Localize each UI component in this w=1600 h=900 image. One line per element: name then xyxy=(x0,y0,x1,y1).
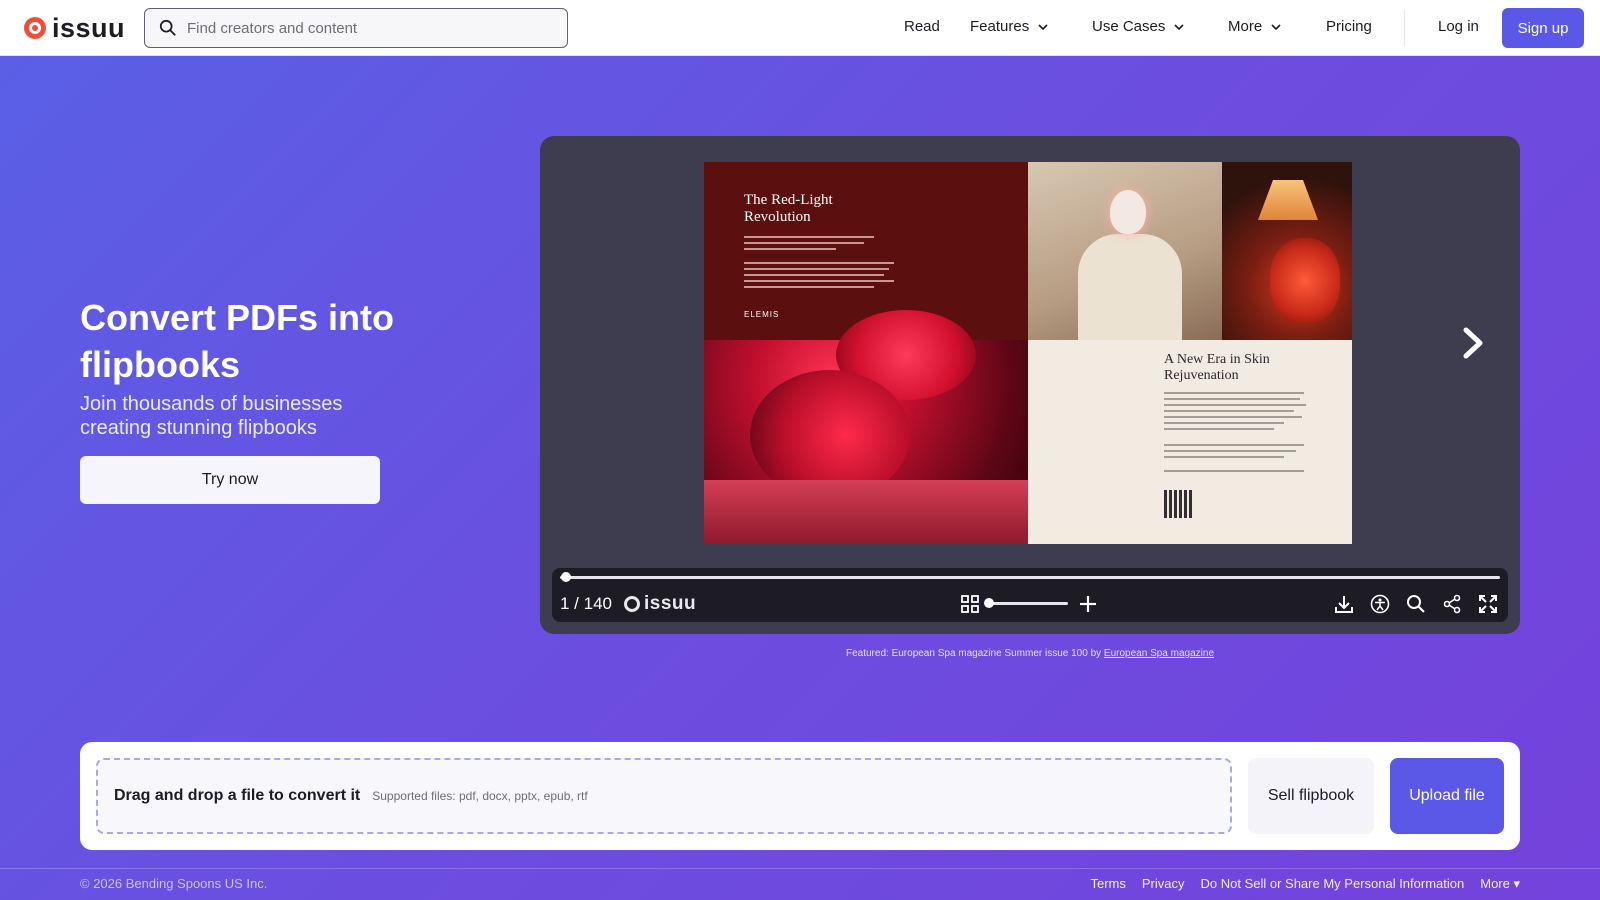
text-block xyxy=(1164,398,1300,400)
chevron-down-icon xyxy=(1174,23,1184,30)
download-icon[interactable] xyxy=(1334,594,1354,614)
featured-publisher-link[interactable]: European Spa magazine xyxy=(1104,648,1214,659)
nav-more[interactable]: More xyxy=(1228,18,1282,35)
page-count: 1 / 140 xyxy=(560,594,612,613)
text-block xyxy=(1164,450,1296,452)
page-photo-lamp xyxy=(1222,162,1352,340)
file-dropzone[interactable]: Drag and drop a file to convert it Suppo… xyxy=(96,758,1232,834)
footer-divider xyxy=(0,868,1600,869)
text-block xyxy=(1164,428,1274,430)
text-block xyxy=(744,274,884,276)
photo-face-mask xyxy=(1110,190,1146,234)
text-block xyxy=(1164,422,1284,424)
search-box[interactable] xyxy=(144,8,568,48)
nav-more-label: More xyxy=(1228,18,1263,35)
zoom-slider-track[interactable] xyxy=(988,602,1068,605)
viewer-logo-text: issuu xyxy=(644,593,697,614)
photo-robe xyxy=(1078,234,1182,340)
text-block xyxy=(744,262,894,264)
search-icon xyxy=(159,19,176,36)
text-block xyxy=(1164,404,1306,406)
nav-pricing[interactable]: Pricing xyxy=(1326,18,1372,35)
zoom-slider-handle[interactable] xyxy=(984,598,994,608)
text-block xyxy=(1164,416,1302,418)
nav-features[interactable]: Features xyxy=(970,18,1049,35)
hero-title: Convert PDFs into flipbooks xyxy=(80,297,395,385)
signup-button[interactable]: Sign up xyxy=(1502,8,1584,48)
login-link[interactable]: Log in xyxy=(1438,18,1479,35)
featured-prefix: Featured: European Spa magazine Summer i… xyxy=(845,648,1102,659)
nav-use-cases[interactable]: Use Cases xyxy=(1092,18,1185,35)
page-right-title: A New Era in Skin Rejuvenation xyxy=(1164,352,1270,383)
dropzone-title: Drag and drop a file to convert it xyxy=(114,787,361,804)
photo-red-mask xyxy=(1270,238,1340,324)
chevron-down-icon xyxy=(1038,23,1048,30)
featured-caption: Featured: European Spa magazine Summer i… xyxy=(540,648,1520,659)
upload-card: Drag and drop a file to convert it Suppo… xyxy=(80,742,1520,850)
text-block xyxy=(1164,470,1304,472)
issuu-logo-icon xyxy=(624,596,640,612)
accessibility-icon[interactable] xyxy=(1370,594,1390,614)
zoom-in-icon[interactable] xyxy=(1078,594,1098,614)
page-left-brand: ELEMIS xyxy=(744,310,780,319)
text-block xyxy=(744,280,894,282)
text-block xyxy=(744,286,874,288)
flipbook-viewer[interactable]: The Red-Light Revolution ELEMIS A New Er… xyxy=(540,136,1520,634)
nav-divider xyxy=(1404,10,1405,46)
share-icon[interactable] xyxy=(1442,594,1462,614)
qr-code xyxy=(1164,490,1192,518)
page-skin-rejuvenation: A New Era in Skin Rejuvenation xyxy=(1028,340,1352,544)
footer-copyright: © 2026 Bending Spoons US Inc. xyxy=(80,876,268,891)
fullscreen-icon[interactable] xyxy=(1478,594,1498,614)
text-block xyxy=(744,242,864,244)
footer-links: Terms Privacy Do Not Sell or Share My Pe… xyxy=(1090,876,1520,892)
page-red-light: The Red-Light Revolution ELEMIS xyxy=(704,162,1028,340)
viewer-issuu-logo: issuu xyxy=(624,593,696,615)
footer-privacy-link[interactable]: Privacy xyxy=(1142,876,1185,892)
chevron-down-icon xyxy=(1271,23,1281,30)
photo-towel xyxy=(704,480,1028,544)
upload-file-button[interactable]: Upload file xyxy=(1390,758,1504,834)
next-page-arrow-icon[interactable] xyxy=(1460,326,1488,360)
nav-use-cases-label: Use Cases xyxy=(1092,18,1166,35)
issuu-logo-icon xyxy=(24,17,46,39)
hero-subtitle: Join thousands of businesses creating st… xyxy=(80,393,343,439)
search-icon[interactable] xyxy=(1406,594,1426,614)
footer-more-menu[interactable]: More ▾ xyxy=(1480,876,1520,892)
text-block xyxy=(744,248,836,250)
text-block xyxy=(1164,392,1304,394)
text-block xyxy=(1164,456,1284,458)
text-block xyxy=(744,236,874,238)
nav-read[interactable]: Read xyxy=(904,18,940,35)
page-progress-track[interactable] xyxy=(560,576,1500,579)
page-progress-handle[interactable] xyxy=(560,572,571,582)
flipbook-spread[interactable]: The Red-Light Revolution ELEMIS A New Er… xyxy=(704,162,1352,544)
page-left-title: The Red-Light Revolution xyxy=(744,192,833,225)
footer-terms-link[interactable]: Terms xyxy=(1090,876,1125,892)
footer-do-not-sell-link[interactable]: Do Not Sell or Share My Personal Informa… xyxy=(1201,876,1465,892)
photo-lamp xyxy=(1258,180,1318,220)
dropzone-supported-files: Supported files: pdf, docx, pptx, epub, … xyxy=(372,789,588,803)
text-block xyxy=(1164,444,1304,446)
text-block xyxy=(1164,410,1294,412)
try-now-button[interactable]: Try now xyxy=(80,456,380,504)
search-input[interactable] xyxy=(187,19,557,37)
nav-features-label: Features xyxy=(970,18,1030,35)
grid-view-icon[interactable] xyxy=(960,594,980,614)
page-photo-led xyxy=(704,310,1028,544)
sell-flipbook-button[interactable]: Sell flipbook xyxy=(1248,758,1374,834)
viewer-controls: 1 / 140 issuu xyxy=(552,568,1508,622)
logo-text: issuu xyxy=(52,12,126,43)
top-header: issuu Read Features Use Cases More Prici… xyxy=(0,0,1600,56)
issuu-logo[interactable]: issuu xyxy=(24,12,126,43)
text-block xyxy=(744,268,889,270)
page-photo-mask xyxy=(1028,162,1222,340)
